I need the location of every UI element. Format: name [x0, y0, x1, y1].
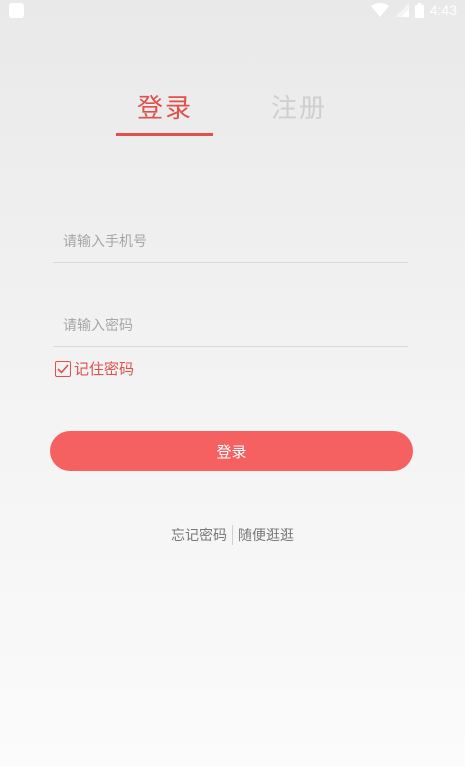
tab-register[interactable]: 注册 [249, 88, 349, 125]
phone-input[interactable] [53, 222, 408, 262]
clock: 4:43 [429, 2, 457, 18]
wifi-icon [370, 3, 389, 17]
forgot-password-link[interactable]: 忘记密码 [171, 525, 227, 545]
remember-label: 记住密码 [74, 360, 135, 378]
auth-tabs: 登录 注册 [0, 88, 465, 138]
phone-field [53, 222, 408, 263]
tab-login[interactable]: 登录 [115, 88, 215, 125]
app-notification-icon [9, 3, 24, 18]
active-tab-indicator [116, 133, 213, 136]
battery-icon [414, 2, 424, 18]
signal-icon [394, 3, 409, 17]
bottom-links: 忘记密码 随便逛逛 [0, 524, 465, 546]
checkmark-icon [57, 363, 69, 374]
link-divider [232, 525, 233, 545]
password-field [53, 306, 408, 347]
remember-checkbox[interactable] [55, 360, 71, 377]
status-bar: 4:43 [0, 0, 465, 22]
password-input[interactable] [53, 306, 408, 346]
browse-link[interactable]: 随便逛逛 [238, 525, 294, 545]
login-button[interactable]: 登录 [50, 431, 413, 471]
remember-password[interactable]: 记住密码 [55, 358, 134, 379]
status-icons: 4:43 [370, 2, 457, 18]
